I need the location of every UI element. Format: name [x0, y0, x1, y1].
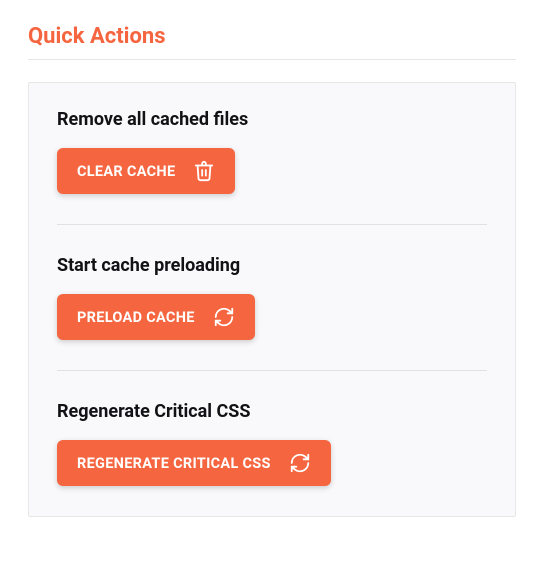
button-label: Regenerate Critical CSS [77, 455, 271, 472]
trash-icon [193, 160, 215, 182]
preload-cache-button[interactable]: Preload Cache [57, 294, 255, 340]
refresh-icon [213, 306, 235, 328]
action-block-clear-cache: Remove all cached files Clear Cache [57, 109, 487, 194]
title-divider [28, 59, 516, 60]
action-block-preload-cache: Start cache preloading Preload Cache [57, 255, 487, 340]
action-heading: Regenerate Critical CSS [57, 401, 487, 422]
section-title: Quick Actions [28, 24, 516, 49]
button-label: Clear Cache [77, 163, 175, 180]
regenerate-critical-css-button[interactable]: Regenerate Critical CSS [57, 440, 331, 486]
block-divider [57, 370, 487, 371]
block-divider [57, 224, 487, 225]
action-block-regenerate-critical-css: Regenerate Critical CSS Regenerate Criti… [57, 401, 487, 486]
clear-cache-button[interactable]: Clear Cache [57, 148, 235, 194]
action-heading: Remove all cached files [57, 109, 487, 130]
button-label: Preload Cache [77, 309, 195, 326]
quick-actions-panel: Remove all cached files Clear Cache Star… [28, 82, 516, 517]
action-heading: Start cache preloading [57, 255, 487, 276]
refresh-icon [289, 452, 311, 474]
